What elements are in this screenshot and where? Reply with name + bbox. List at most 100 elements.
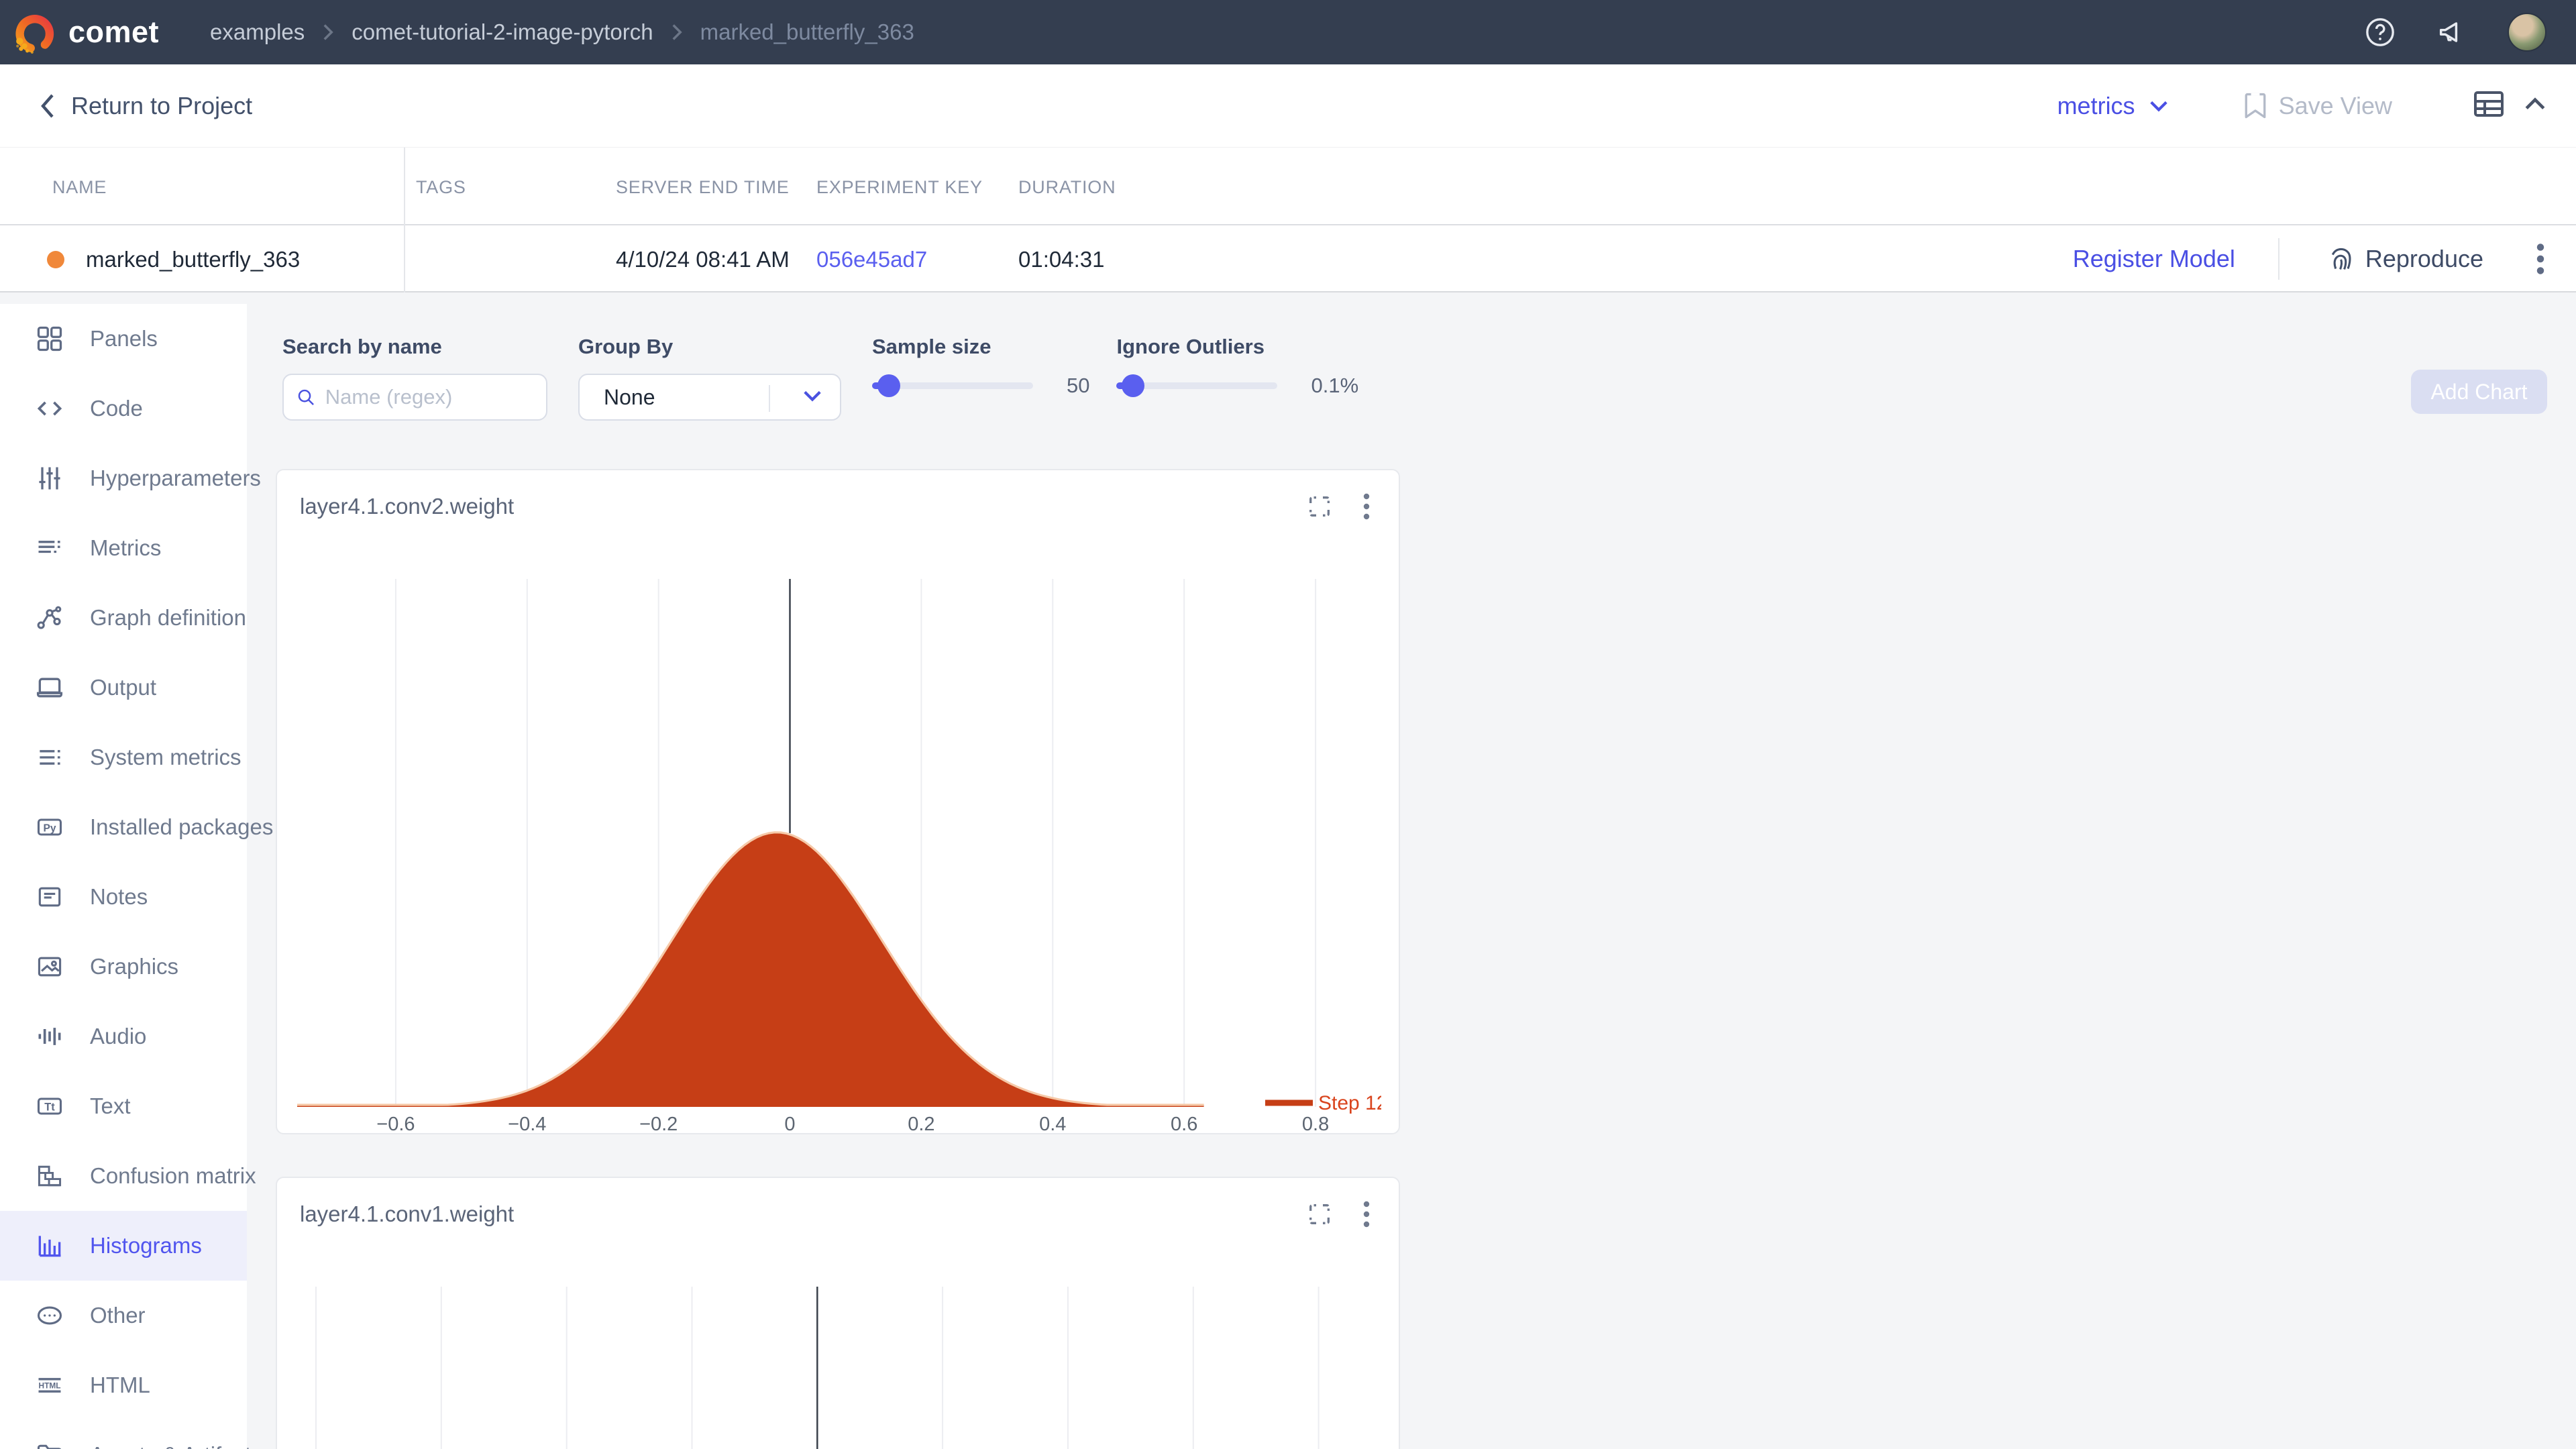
return-to-project-button[interactable]: Return to Project: [38, 92, 252, 120]
sidebar-item-system-metrics[interactable]: System metrics: [0, 722, 247, 792]
sample-size-label: Sample size: [872, 335, 1089, 359]
column-header-tags[interactable]: TAGS: [416, 177, 466, 198]
ignore-outliers-slider[interactable]: [1116, 374, 1277, 397]
panels-grid-icon: [35, 324, 64, 354]
expand-icon[interactable]: [1305, 1199, 1334, 1229]
chevron-right-icon: [322, 23, 334, 42]
brand-name: comet: [68, 15, 159, 50]
sidebar-item-html[interactable]: HTML HTML: [0, 1350, 247, 1420]
chart-grid: layer4.1.conv2.weight −0.6−0.4−0.200.20.…: [247, 421, 2576, 1449]
ignore-outliers-label: Ignore Outliers: [1116, 335, 1358, 359]
group-by-select[interactable]: None: [578, 374, 841, 421]
sliders-icon: [35, 464, 64, 493]
group-by-label: Group By: [578, 335, 841, 359]
sidebar-item-audio[interactable]: Audio: [0, 1002, 247, 1071]
breadcrumb-item: marked_butterfly_363: [700, 19, 914, 45]
row-kebab-menu-icon[interactable]: [2536, 243, 2545, 275]
column-header-experiment-key[interactable]: EXPERIMENT KEY: [816, 177, 983, 198]
view-dropdown[interactable]: metrics: [2057, 92, 2169, 120]
sidebar-item-metrics[interactable]: Metrics: [0, 513, 247, 583]
chevron-down-icon: [2149, 99, 2169, 113]
bookmark-icon: [2243, 91, 2268, 121]
chevron-right-icon: [671, 23, 683, 42]
sidebar-item-confusion-matrix[interactable]: Confusion matrix: [0, 1141, 247, 1211]
sidebar-item-installed-packages[interactable]: Py Installed packages: [0, 792, 247, 862]
sidebar-item-label: Output: [90, 675, 156, 700]
column-header-server-end-time[interactable]: SERVER END TIME: [616, 177, 790, 198]
experiment-key-link[interactable]: 056e45ad7: [816, 247, 927, 272]
svg-text:0.8: 0.8: [1302, 1114, 1329, 1135]
experiment-table-header: NAME TAGS SERVER END TIME EXPERIMENT KEY…: [0, 148, 2576, 225]
search-field[interactable]: [325, 385, 534, 409]
breadcrumb-item[interactable]: examples: [210, 19, 305, 45]
duration-value: 01:04:31: [1018, 247, 1104, 272]
sidebar-item-other[interactable]: Other: [0, 1281, 247, 1350]
histogram-plot[interactable]: −0.8−0.6−0.4−0.200.20.40.60.8Step 1242: [297, 1287, 1381, 1449]
svg-text:−0.2: −0.2: [639, 1114, 678, 1135]
table-view-icon[interactable]: [2473, 90, 2505, 121]
sidebar-item-hyperparameters[interactable]: Hyperparameters: [0, 443, 247, 513]
histograms-panel: Search by name Group By None Sample size: [247, 304, 2576, 1449]
note-icon: [35, 882, 64, 912]
experiment-row[interactable]: marked_butterfly_363 4/10/24 08:41 AM 05…: [0, 225, 2576, 292]
chart-title: layer4.1.conv1.weight: [300, 1201, 514, 1227]
server-end-time-value: 4/10/24 08:41 AM: [616, 247, 790, 272]
kebab-menu-icon[interactable]: [1352, 1199, 1381, 1229]
register-model-button[interactable]: Register Model: [2073, 245, 2235, 273]
folder-icon: [35, 1440, 64, 1449]
column-header-duration[interactable]: DURATION: [1018, 177, 1116, 198]
graph-nodes-icon: [35, 603, 64, 633]
save-view-button[interactable]: Save View: [2243, 91, 2392, 121]
chart-card-conv1-weight: layer4.1.conv1.weight −0.8−0.6−0.4−0.200…: [276, 1177, 1400, 1449]
sidebar-item-label: Installed packages: [90, 814, 273, 840]
waveform-icon: [35, 1022, 64, 1051]
comet-logo[interactable]: comet: [13, 10, 159, 54]
terminal-icon: [35, 673, 64, 702]
sidebar-item-histograms[interactable]: Histograms: [0, 1211, 247, 1281]
kebab-menu-icon[interactable]: [1352, 492, 1381, 521]
sidebar-item-text[interactable]: Tt Text: [0, 1071, 247, 1141]
add-chart-button[interactable]: Add Chart: [2411, 370, 2547, 414]
metrics-lines-icon: [35, 533, 64, 563]
sidebar-item-notes[interactable]: Notes: [0, 862, 247, 932]
sidebar-item-graphics[interactable]: Graphics: [0, 932, 247, 1002]
image-icon: [35, 952, 64, 981]
column-header-name[interactable]: NAME: [52, 177, 107, 198]
svg-text:Tt: Tt: [44, 1101, 55, 1113]
experiment-sidebar: Panels Code Hyperparameters Metrics Grap…: [0, 304, 247, 1449]
search-input[interactable]: [282, 374, 547, 421]
user-avatar[interactable]: [2508, 13, 2546, 52]
chevron-down-icon: [802, 389, 822, 406]
sidebar-item-output[interactable]: Output: [0, 653, 247, 722]
announcements-icon[interactable]: [2435, 15, 2470, 50]
top-navbar: comet examples comet-tutorial-2-image-py…: [0, 0, 2576, 64]
collapse-caret-icon[interactable]: [2524, 97, 2546, 115]
sidebar-item-graph-definition[interactable]: Graph definition: [0, 583, 247, 653]
chart-card-conv2-weight: layer4.1.conv2.weight −0.6−0.4−0.200.20.…: [276, 469, 1400, 1134]
fingerprint-icon: [2328, 244, 2355, 274]
sidebar-item-panels[interactable]: Panels: [0, 304, 247, 374]
comet-mark-icon: [13, 10, 58, 54]
divider: [2278, 238, 2279, 280]
sidebar-item-assets-artifacts[interactable]: Assets & Artifacts: [0, 1420, 247, 1449]
breadcrumb-item[interactable]: comet-tutorial-2-image-pytorch: [352, 19, 653, 45]
slider-thumb[interactable]: [877, 374, 900, 397]
divider: [769, 385, 770, 412]
expand-icon[interactable]: [1305, 492, 1334, 521]
return-to-project-label: Return to Project: [71, 92, 252, 120]
sample-size-slider[interactable]: [872, 374, 1033, 397]
slider-thumb[interactable]: [1122, 374, 1144, 397]
svg-text:Step 1242: Step 1242: [1318, 1092, 1381, 1114]
help-icon[interactable]: [2363, 15, 2398, 50]
histogram-icon: [35, 1231, 64, 1260]
reproduce-button[interactable]: Reproduce: [2328, 244, 2483, 274]
sidebar-item-label: Confusion matrix: [90, 1163, 256, 1189]
sidebar-item-label: Notes: [90, 884, 148, 910]
svg-text:Py: Py: [43, 822, 56, 834]
sidebar-item-code[interactable]: Code: [0, 374, 247, 443]
text-icon: Tt: [35, 1091, 64, 1121]
svg-text:0.6: 0.6: [1171, 1114, 1197, 1135]
experiment-name[interactable]: marked_butterfly_363: [86, 247, 300, 272]
histogram-plot[interactable]: −0.6−0.4−0.200.20.40.60.8Step 1242: [297, 579, 1381, 1136]
svg-text:0: 0: [784, 1114, 795, 1135]
